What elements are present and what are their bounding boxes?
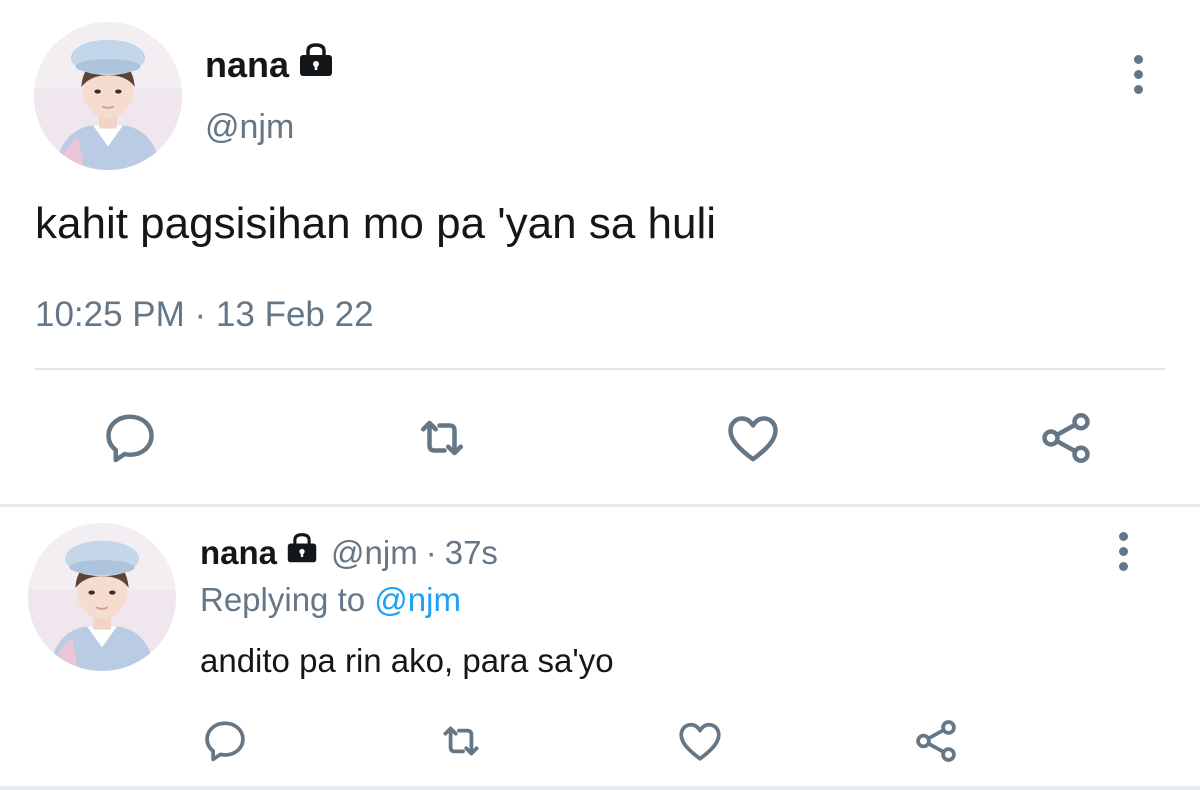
comment-icon — [205, 721, 245, 762]
separator: · — [425, 534, 437, 571]
share-button[interactable] — [1036, 408, 1096, 468]
more-vertical-icon[interactable] — [1117, 532, 1129, 571]
more-vertical-icon[interactable] — [1132, 55, 1144, 94]
replying-to-mention[interactable]: @njm — [374, 581, 461, 618]
share-icon — [1042, 413, 1090, 463]
display-name-text: nana — [205, 44, 290, 85]
divider — [35, 368, 1165, 370]
retweet-icon — [443, 726, 479, 756]
replying-to-label: Replying to — [200, 581, 366, 618]
reply-button[interactable] — [200, 716, 250, 766]
avatar[interactable] — [34, 22, 182, 170]
comment-icon — [106, 414, 154, 463]
replying-to: Replying to @njm — [200, 579, 461, 621]
reply-button[interactable] — [100, 408, 160, 468]
heart-icon — [679, 722, 721, 761]
tweet-timestamp[interactable]: 10:25 PM · 13 Feb 22 — [35, 293, 374, 337]
retweet-icon — [421, 420, 463, 456]
retweet-button[interactable] — [436, 716, 486, 766]
avatar-image — [28, 523, 176, 671]
tweet-thread-screen: nana @njm kahit pagsisihan mo pa 'yan sa… — [0, 0, 1200, 790]
display-name[interactable]: nana — [205, 42, 335, 88]
main-tweet: nana @njm kahit pagsisihan mo pa 'yan sa… — [0, 0, 1200, 505]
avatar-image — [34, 22, 182, 170]
lock-icon — [297, 42, 335, 88]
display-name-text: nana — [200, 534, 278, 571]
avatar[interactable] — [28, 523, 176, 671]
tweet-text: andito pa rin ako, para sa'yo — [200, 642, 614, 679]
lock-icon — [285, 532, 319, 574]
tweet-time[interactable]: 37s — [445, 532, 498, 574]
divider — [0, 504, 1200, 507]
share-icon — [916, 720, 956, 762]
retweet-button[interactable] — [412, 408, 472, 468]
share-button[interactable] — [911, 716, 961, 766]
divider — [0, 786, 1200, 790]
tweet-text: kahit pagsisihan mo pa 'yan sa huli — [35, 199, 717, 248]
heart-icon — [728, 416, 778, 462]
like-button[interactable] — [675, 716, 725, 766]
like-button[interactable] — [723, 408, 783, 468]
user-handle[interactable]: @njm — [331, 532, 418, 574]
display-name[interactable]: nana — [200, 532, 319, 574]
tweet-header: nana @njm · 37s — [200, 532, 498, 574]
user-handle[interactable]: @njm — [205, 107, 294, 147]
